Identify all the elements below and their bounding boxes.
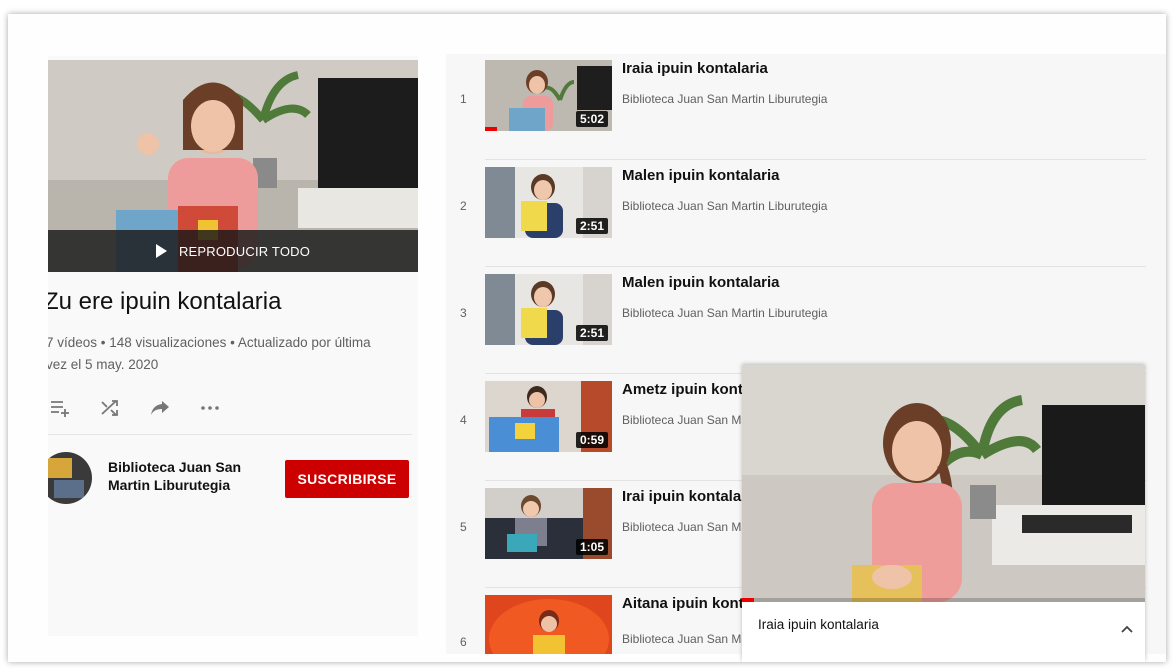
- video-index: 3: [460, 306, 467, 320]
- video-thumbnail[interactable]: 2:51: [485, 167, 612, 238]
- chevron-up-icon[interactable]: [1119, 621, 1135, 637]
- divider: [485, 159, 1146, 160]
- video-title[interactable]: Iraia ipuin kontalaria: [622, 60, 768, 77]
- video-channel[interactable]: Biblioteca Juan San Martin Liburutegia: [622, 199, 827, 213]
- video-duration: 1:05: [575, 539, 608, 555]
- play-icon: [155, 244, 167, 258]
- video-index: 4: [460, 413, 467, 427]
- divider: [485, 266, 1146, 267]
- video-index: 5: [460, 520, 467, 534]
- list-item[interactable]: 2 2:51 Malen ipuin kontalaria Biblioteca…: [446, 161, 1146, 267]
- video-channel[interactable]: Biblioteca Juan San Martin Liburutegia: [622, 92, 827, 106]
- shuffle-icon[interactable]: [98, 396, 122, 420]
- browser-content: REPRODUCIR TODO Zu ere ipuin kontalaria …: [8, 14, 1166, 662]
- video-duration: 2:51: [575, 325, 608, 341]
- more-icon[interactable]: [198, 396, 222, 420]
- video-frame-image: [742, 365, 1145, 602]
- miniplayer-progress-bar[interactable]: [742, 598, 1145, 602]
- share-icon[interactable]: [148, 396, 172, 420]
- playlist-title: Zu ere ipuin kontalaria: [48, 288, 282, 315]
- video-index: 1: [460, 92, 467, 106]
- avatar[interactable]: [48, 452, 92, 504]
- watch-progress: [485, 127, 497, 131]
- video-thumbnail[interactable]: 0:59: [485, 381, 612, 452]
- play-all-button[interactable]: REPRODUCIR TODO: [48, 230, 418, 272]
- video-thumbnail[interactable]: 1:05: [485, 488, 612, 559]
- miniplayer-progress-fill: [742, 598, 755, 602]
- playlist-actions: [48, 396, 222, 420]
- playlist-stats: 7 vídeos • 148 visualizaciones • Actuali…: [48, 335, 371, 372]
- video-duration: 0:59: [575, 432, 608, 448]
- video-thumbnail[interactable]: 5:02: [485, 60, 612, 131]
- playlist-thumbnail[interactable]: REPRODUCIR TODO: [48, 60, 418, 272]
- video-title[interactable]: Malen ipuin kontalaria: [622, 167, 780, 184]
- channel-name[interactable]: Biblioteca Juan San Martin Liburutegia: [108, 458, 268, 494]
- video-thumbnail[interactable]: [485, 595, 612, 654]
- video-duration: 2:51: [575, 218, 608, 234]
- miniplayer-video[interactable]: [742, 365, 1145, 602]
- video-channel[interactable]: Biblioteca Juan San Martin Liburutegia: [622, 306, 827, 320]
- video-title[interactable]: Malen ipuin kontalaria: [622, 274, 780, 291]
- video-index: 2: [460, 199, 467, 213]
- channel-avatar-image: [48, 452, 92, 504]
- playlist-sidebar: REPRODUCIR TODO Zu ere ipuin kontalaria …: [48, 56, 418, 636]
- play-all-label: REPRODUCIR TODO: [178, 243, 311, 259]
- video-duration: 5:02: [575, 111, 608, 127]
- miniplayer-title: Iraia ipuin kontalaria: [758, 617, 879, 632]
- video-title[interactable]: Irai ipuin kontalaria: [622, 488, 760, 505]
- divider: [48, 434, 412, 435]
- list-item[interactable]: 3 2:51 Malen ipuin kontalaria Biblioteca…: [446, 268, 1146, 374]
- subscribe-button[interactable]: SUSCRIBIRSE: [285, 460, 409, 498]
- list-item[interactable]: 1 5:02 Iraia ipuin kontalaria Biblioteca…: [446, 54, 1146, 160]
- miniplayer[interactable]: Iraia ipuin kontalaria: [742, 365, 1145, 662]
- add-to-queue-icon[interactable]: [48, 396, 72, 420]
- video-thumbnail[interactable]: 2:51: [485, 274, 612, 345]
- video-index: 6: [460, 635, 467, 649]
- thumbnail-image: [485, 595, 612, 654]
